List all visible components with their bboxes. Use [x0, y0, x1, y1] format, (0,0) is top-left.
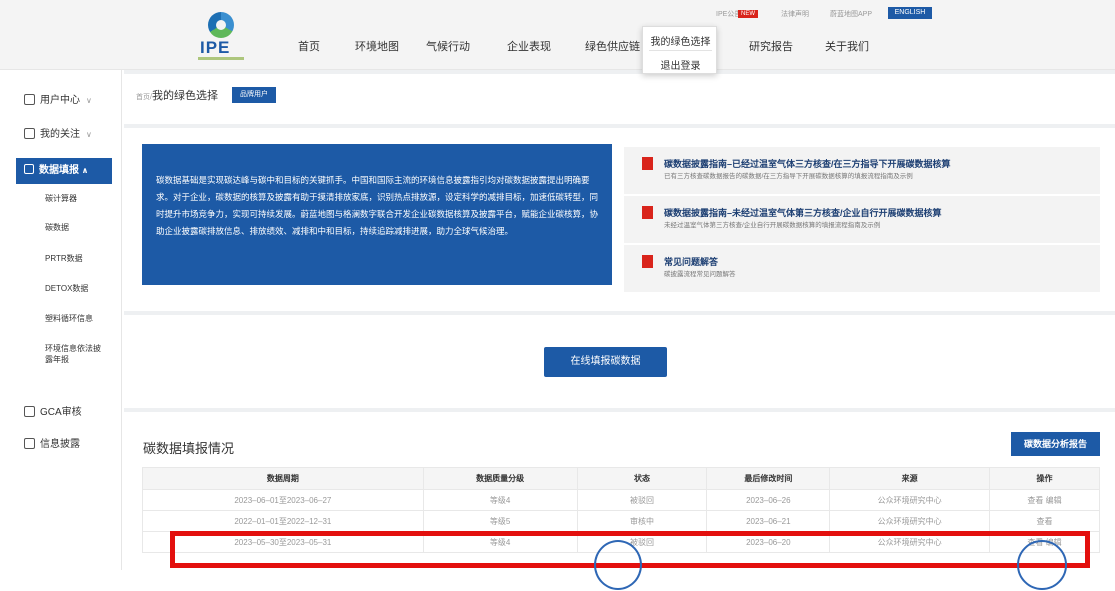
chevron-down-icon: ∨ [86, 96, 92, 105]
cell-period: 2022–01–01至2022–12–31 [142, 510, 424, 532]
brand-user-badge: 品牌用户 [232, 87, 276, 103]
audit-icon [24, 406, 35, 417]
cell-ops[interactable]: 查看 编辑 [989, 489, 1100, 511]
cell-modified: 2023–06–21 [706, 510, 831, 532]
cell-status: 被驳回 [576, 489, 708, 511]
sidebar-gca[interactable]: GCA审核 [24, 403, 82, 418]
sidebar-my-follow[interactable]: 我的关注 ∨ [24, 125, 92, 140]
cell-source: 公众环境研究中心 [829, 489, 991, 511]
header-ops: 操作 [989, 467, 1100, 490]
doc-title[interactable]: 常见问题解答 [664, 255, 718, 268]
app-link[interactable]: 蔚蓝地图APP [830, 9, 872, 23]
sidebar-user-center[interactable]: 用户中心 ∨ [24, 91, 92, 106]
nav-enterprise[interactable]: 企业表现 [507, 38, 551, 54]
report-icon [24, 164, 34, 174]
sidebar-item-detox[interactable]: DETOX数据 [45, 283, 88, 294]
disclosure-icon [24, 438, 35, 449]
nav-about[interactable]: 关于我们 [825, 38, 869, 54]
doc-title[interactable]: 碳数据披露指南–未经过温室气体第三方核查/企业自行开展碳数据核算 [664, 206, 942, 219]
header-source: 来源 [829, 467, 991, 490]
sidebar-item-carbon-data[interactable]: 碳数据 [45, 222, 69, 233]
user-dropdown: 我的绿色选择 退出登录 [642, 26, 717, 74]
cell-grade: 等级4 [422, 489, 578, 511]
header-period: 数据周期 [142, 467, 424, 490]
doc-subtitle: 未经过温室气体第三方核查/企业自行开展碳数据核算的填报流程指南及示例 [664, 222, 881, 229]
doc-guide-verified[interactable]: 碳数据披露指南–已经过温室气体三方核查/在三方指导下开展碳数据核算 已有三方核查… [624, 147, 1100, 194]
nav-research[interactable]: 研究报告 [749, 38, 793, 54]
pdf-icon [642, 255, 653, 268]
cell-status: 审核中 [576, 510, 708, 532]
pdf-icon [642, 206, 653, 219]
legal-link[interactable]: 法律声明 [781, 9, 809, 23]
logo-mark-icon [208, 12, 234, 38]
sidebar-info-disclosure[interactable]: 信息披露 [24, 435, 80, 450]
nav-climate[interactable]: 气候行动 [426, 38, 470, 54]
logo-underline [198, 57, 244, 60]
chevron-down-icon: ∨ [86, 130, 92, 139]
carbon-analysis-report-button[interactable]: 碳数据分析报告 [1011, 432, 1100, 456]
header-status: 状态 [576, 467, 708, 490]
dropdown-my-green-choice[interactable]: 我的绿色选择 [643, 33, 718, 48]
table-row: 2022–01–01至2022–12–31 等级5 审核中 2023–06–21… [142, 510, 1100, 532]
cell-ops[interactable]: 查看 [989, 510, 1100, 532]
breadcrumb-current: 我的绿色选择 [151, 90, 218, 102]
pdf-icon [642, 157, 653, 170]
sidebar-item-env-disclosure[interactable]: 环境信息依法披露年报 [45, 343, 105, 365]
sidebar-data-report[interactable]: 数据填报 ∧ [16, 158, 112, 184]
status-circle-annotation [594, 540, 642, 590]
doc-subtitle: 碳披露流程常见问题解答 [664, 271, 736, 278]
doc-faq[interactable]: 常见问题解答 碳披露流程常见问题解答 [624, 245, 1100, 292]
breadcrumb-home[interactable]: 首页/ [136, 94, 152, 101]
english-button[interactable]: ENGLISH [888, 7, 932, 19]
doc-guide-unverified[interactable]: 碳数据披露指南–未经过温室气体第三方核查/企业自行开展碳数据核算 未经过温室气体… [624, 196, 1100, 243]
sidebar: 用户中心 ∨ 我的关注 ∨ 数据填报 ∧ 碳计算器 碳数据 PRTR数据 DETOX… [0, 70, 122, 570]
user-icon [24, 94, 35, 105]
table-row: 2023–06–01至2023–06–27 等级4 被驳回 2023–06–26… [142, 489, 1100, 511]
ipe-logo[interactable]: IPE [196, 12, 246, 64]
nav-env-map[interactable]: 环境地图 [355, 38, 399, 54]
cell-source: 公众环境研究中心 [829, 510, 991, 532]
doc-title[interactable]: 碳数据披露指南–已经过温室气体三方核查/在三方指导下开展碳数据核算 [664, 157, 951, 170]
nav-supply-chain[interactable]: 绿色供应链 [585, 38, 640, 54]
logo-text: IPE [200, 38, 231, 57]
section-title: 碳数据填报情况 [143, 441, 235, 456]
breadcrumb: 首页/我的绿色选择 [136, 87, 218, 103]
sidebar-item-prtr[interactable]: PRTR数据 [45, 253, 83, 264]
chevron-up-icon: ∧ [81, 166, 89, 175]
edit-circle-annotation [1017, 540, 1067, 590]
nav-home[interactable]: 首页 [298, 38, 320, 54]
cell-period: 2023–06–01至2023–06–27 [142, 489, 424, 511]
cell-modified: 2023–06–26 [706, 489, 831, 511]
header-modified: 最后修改时间 [706, 467, 831, 490]
doc-subtitle: 已有三方核查碳数据报告的碳数据/在三方指导下开展碳数据核算的填报流程指南及示例 [664, 173, 913, 180]
cell-grade: 等级5 [422, 510, 578, 532]
star-icon [24, 128, 35, 139]
online-report-button[interactable]: 在线填报碳数据 [544, 347, 667, 377]
header-grade: 数据质量分级 [422, 467, 578, 490]
new-badge: NEW [738, 10, 758, 18]
top-header: IPE IPE公告 NEW 法律声明 蔚蓝地图APP ENGLISH 首页 环境… [0, 0, 1115, 70]
sidebar-item-plastic[interactable]: 塑料循环信息 [45, 313, 93, 324]
table-header-row: 数据周期 数据质量分级 状态 最后修改时间 来源 操作 [142, 467, 1100, 490]
carbon-intro-text: 碳数据基础是实现碳达峰与碳中和目标的关键抓手。中国和国际主流的环境信息披露指引均… [142, 144, 612, 285]
dropdown-logout[interactable]: 退出登录 [643, 57, 718, 72]
sidebar-item-carbon-calculator[interactable]: 碳计算器 [45, 193, 77, 204]
dropdown-divider [649, 50, 712, 51]
